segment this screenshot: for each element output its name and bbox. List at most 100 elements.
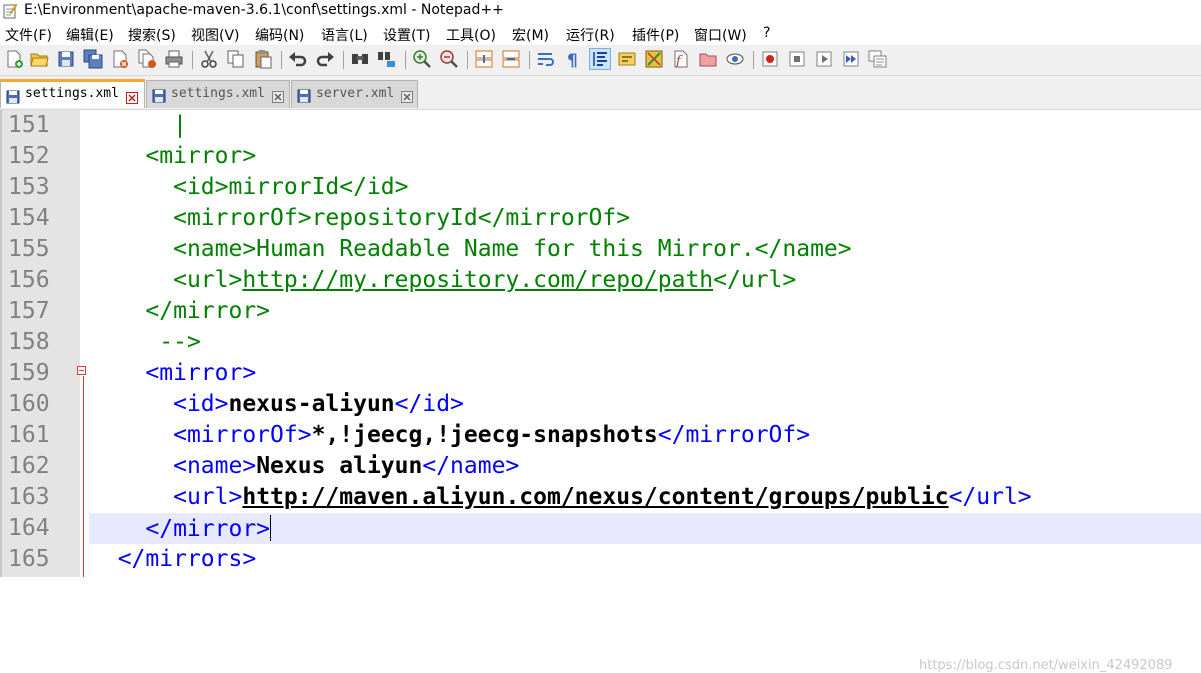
code-text[interactable]: <mirrorOf>repositoryId</mirrorOf>: [90, 205, 630, 231]
code-line[interactable]: 164 </mirror>: [0, 513, 1201, 544]
xml-tag: <url>: [173, 484, 243, 510]
code-line[interactable]: 156 <url>http://my.repository.com/repo/p…: [0, 265, 1201, 296]
xml-comment-text: <name>Human Readable Name for this Mirro…: [173, 236, 852, 262]
menu-encoding[interactable]: 编码(N): [255, 25, 304, 45]
folder-workspace-icon[interactable]: [698, 49, 718, 69]
code-text[interactable]: <id>mirrorId</id>: [90, 174, 408, 200]
tab-label: settings.xml: [25, 86, 119, 101]
copy-icon[interactable]: [226, 49, 246, 69]
menu-help[interactable]: ?: [763, 25, 770, 41]
code-text[interactable]: <mirror>: [90, 143, 256, 169]
menu-window[interactable]: 窗口(W): [694, 25, 747, 45]
code-text[interactable]: </mirrors>: [90, 546, 256, 572]
xml-tag: </mirrorOf>: [657, 422, 811, 448]
tab-settings-xml[interactable]: settings.xml: [146, 80, 290, 108]
menu-plugins[interactable]: 插件(P): [632, 25, 679, 45]
code-line[interactable]: 163 <url>http://maven.aliyun.com/nexus/c…: [0, 482, 1201, 513]
close-all-icon[interactable]: [137, 49, 157, 69]
xml-comment-text: http://my.repository.com/repo/path: [242, 267, 714, 293]
menu-run[interactable]: 运行(R): [566, 25, 615, 45]
line-number: 161: [8, 422, 50, 448]
line-number: 158: [8, 329, 50, 355]
monitoring-icon[interactable]: [725, 49, 745, 69]
stop-macro-icon[interactable]: [787, 49, 807, 69]
zoom-in-icon[interactable]: [412, 49, 432, 69]
save-macro-icon[interactable]: [868, 49, 888, 69]
menu-settings[interactable]: 设置(T): [383, 25, 430, 45]
code-text[interactable]: <mirrorOf>*,!jeecg,!jeecg-snapshots</mir…: [90, 422, 810, 448]
run-macro-multiple-icon[interactable]: [841, 49, 861, 69]
tab-settings-xml-active[interactable]: settings.xml: [0, 79, 145, 108]
code-text[interactable]: </mirror>: [90, 298, 270, 324]
code-line[interactable]: 159 <mirror>: [0, 358, 1201, 389]
file-saved-icon: [6, 89, 20, 104]
code-text[interactable]: <mirror>: [90, 360, 256, 386]
menu-view[interactable]: 视图(V): [191, 25, 240, 45]
menu-search[interactable]: 搜索(S): [128, 25, 176, 45]
title-bar: E:\Environment\apache-maven-3.6.1\conf\s…: [0, 0, 1201, 22]
code-line[interactable]: 158 -->: [0, 327, 1201, 358]
show-all-chars-icon[interactable]: ¶: [563, 49, 583, 69]
fold-collapse-icon[interactable]: [77, 366, 86, 375]
watermark: https://blog.csdn.net/weixin_42492089: [919, 658, 1173, 673]
close-icon[interactable]: [110, 49, 130, 69]
word-wrap-icon[interactable]: [536, 49, 556, 69]
menu-macro[interactable]: 宏(M): [512, 25, 549, 45]
cut-icon[interactable]: [199, 49, 219, 69]
record-macro-icon[interactable]: [760, 49, 780, 69]
code-line[interactable]: 151 |: [0, 110, 1201, 141]
code-text[interactable]: <name>Human Readable Name for this Mirro…: [90, 236, 852, 262]
line-number: 152: [8, 143, 50, 169]
code-text[interactable]: -->: [90, 329, 201, 355]
line-number: 151: [8, 112, 50, 138]
tab-close-icon[interactable]: [401, 88, 413, 103]
sync-horizontal-icon[interactable]: [501, 49, 521, 69]
play-macro-icon[interactable]: [814, 49, 834, 69]
code-text[interactable]: <url>http://maven.aliyun.com/nexus/conte…: [90, 484, 1032, 510]
line-number: 165: [8, 546, 50, 572]
menu-language[interactable]: 语言(L): [321, 25, 368, 45]
new-file-icon[interactable]: [4, 49, 24, 69]
editor-area[interactable]: 151 | 152 <mirror> 153 <id>mirrorId</id> 15…: [0, 110, 1201, 673]
undo-icon[interactable]: [288, 49, 308, 69]
code-line[interactable]: 157 </mirror>: [0, 296, 1201, 327]
code-line[interactable]: 162 <name>Nexus aliyun</name>: [0, 451, 1201, 482]
sync-vertical-icon[interactable]: [474, 49, 494, 69]
code-line[interactable]: 153 <id>mirrorId</id>: [0, 172, 1201, 203]
doc-map-icon[interactable]: [644, 49, 664, 69]
toolbar-separator: [343, 51, 344, 69]
print-icon[interactable]: [164, 49, 184, 69]
code-text[interactable]: </mirror>: [90, 515, 272, 542]
code-text[interactable]: <name>Nexus aliyun</name>: [90, 453, 519, 479]
menu-file[interactable]: 文件(F): [5, 25, 52, 45]
find-icon[interactable]: [350, 49, 370, 69]
function-list-icon[interactable]: f: [671, 49, 691, 69]
line-number: 163: [8, 484, 50, 510]
code-line[interactable]: 160 <id>nexus-aliyun</id>: [0, 389, 1201, 420]
paste-icon[interactable]: [253, 49, 273, 69]
user-language-icon[interactable]: [617, 49, 637, 69]
code-line[interactable]: 165 </mirrors>: [0, 544, 1201, 575]
tab-server-xml[interactable]: server.xml: [291, 80, 418, 108]
code-text[interactable]: |: [90, 112, 187, 138]
indent-guide-icon[interactable]: [589, 48, 611, 70]
zoom-out-icon[interactable]: [439, 49, 459, 69]
save-icon[interactable]: [56, 49, 76, 69]
code-text[interactable]: <url>http://my.repository.com/repo/path<…: [90, 267, 796, 293]
open-file-icon[interactable]: [29, 49, 49, 69]
toolbar-separator: [753, 51, 754, 69]
code-text[interactable]: <id>nexus-aliyun</id>: [90, 391, 464, 417]
code-line[interactable]: 155 <name>Human Readable Name for this M…: [0, 234, 1201, 265]
code-line[interactable]: 152 <mirror>: [0, 141, 1201, 172]
replace-icon[interactable]: [377, 49, 397, 69]
code-line[interactable]: 161 <mirrorOf>*,!jeecg,!jeecg-snapshots<…: [0, 420, 1201, 451]
menu-tools[interactable]: 工具(O): [446, 25, 496, 45]
menu-edit[interactable]: 编辑(E): [66, 25, 114, 45]
redo-icon[interactable]: [315, 49, 335, 69]
tab-close-icon[interactable]: [272, 88, 284, 103]
line-number: 157: [8, 298, 50, 324]
xml-comment-text: </mirror>: [145, 298, 271, 324]
tab-close-icon[interactable]: [126, 89, 138, 104]
save-all-icon[interactable]: [83, 49, 103, 69]
code-line[interactable]: 154 <mirrorOf>repositoryId</mirrorOf>: [0, 203, 1201, 234]
